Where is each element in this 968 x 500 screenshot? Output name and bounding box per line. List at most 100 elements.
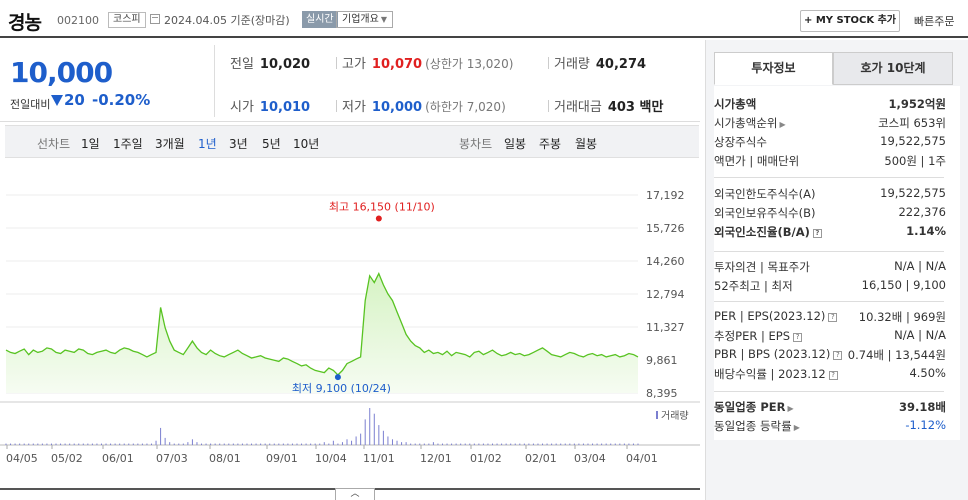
volume-bar [396, 440, 398, 445]
tab-orderbook-10[interactable]: 호가 10단계 [833, 52, 953, 85]
volume-bar [255, 443, 257, 445]
help-icon[interactable]: ? [828, 371, 838, 380]
company-overview-dropdown[interactable]: 기업개요 ▼ [336, 11, 393, 28]
tab-monthly-candle[interactable]: 월봉 [575, 135, 597, 152]
tab-1y[interactable]: 1년 [198, 135, 217, 152]
info-label: PBR | BPS (2023.12)? [714, 347, 843, 361]
tab-3m[interactable]: 3개월 [155, 135, 185, 152]
info-value: N/A | N/A [894, 328, 946, 342]
divider [714, 177, 944, 178]
tab-10y[interactable]: 10년 [293, 135, 319, 152]
volume-bar [55, 443, 57, 445]
info-label: 액면가 | 매매단위 [714, 154, 800, 168]
volume-bar [601, 443, 603, 445]
volume-bar [237, 443, 239, 445]
tab-investment-info[interactable]: 투자정보 [714, 52, 833, 85]
info-value: 10.32배 | 969원 [858, 310, 946, 324]
high-marker [375, 215, 382, 222]
volume-bar [205, 443, 207, 445]
divider [548, 57, 549, 69]
quick-order-link[interactable]: 빠른주문 [914, 13, 954, 29]
volume-bar [182, 443, 184, 445]
volume-bar [37, 443, 39, 445]
info-row: 52주최고 | 최저 16,150 | 9,100 [714, 278, 946, 296]
info-row[interactable]: 동일업종 등락률 ▶ -1.12% [714, 418, 946, 436]
volume-bar [523, 443, 525, 445]
volume-bar [50, 443, 52, 445]
info-label: 동일업종 PER ▶ [714, 400, 794, 414]
volume-bar [251, 443, 253, 445]
volume-bar [455, 443, 457, 445]
info-value: 1,952억원 [888, 97, 946, 111]
y-tick-label: 8,395 [646, 387, 678, 400]
price-chart-svg: 17,192 15,726 14,260 12,794 11,327 9,861 8,395… [0, 189, 700, 465]
y-tick-label: 17,192 [646, 189, 685, 202]
tab-weekly-candle[interactable]: 주봉 [539, 135, 561, 152]
info-row[interactable]: PBR | BPS (2023.12)? 0.74배 | 13,544원 [714, 347, 946, 365]
volume-bar [60, 443, 62, 445]
info-row: 액면가 | 매매단위 500원 | 1주 [714, 153, 946, 171]
volume-bar [128, 443, 130, 445]
volume-bar [323, 442, 325, 445]
add-my-stock-button[interactable]: + MY STOCK 추가 [800, 10, 900, 32]
volume-bar [341, 442, 343, 445]
info-row[interactable]: 배당수익률 | 2023.12? 4.50% [714, 366, 946, 384]
volume-bar [551, 443, 553, 445]
volume-bar [214, 443, 216, 445]
info-row: 시가총액 1,952억원 [714, 96, 946, 114]
info-row[interactable]: 외국인소진율(B/A)? 1.14% [714, 224, 946, 242]
candle-chart-label: 봉차트 [459, 137, 493, 151]
volume-bar [637, 443, 639, 445]
volume-bar [201, 443, 203, 445]
stat-open: 시가 10,010 [230, 100, 311, 115]
help-icon[interactable]: ? [793, 333, 803, 342]
volume-bar [119, 443, 121, 445]
x-tick-label: 07/03 [156, 452, 188, 465]
divider [336, 100, 337, 112]
volume-bar [555, 443, 557, 445]
volume-bar [155, 440, 157, 445]
x-tick-label: 05/02 [51, 452, 83, 465]
tab-daily-candle[interactable]: 일봉 [504, 135, 526, 152]
volume-bar [46, 443, 48, 445]
volume-bar [82, 443, 84, 445]
volume-bar [487, 443, 489, 445]
tab-5y[interactable]: 5년 [262, 135, 281, 152]
info-row[interactable]: PER | EPS(2023.12)? 10.32배 | 969원 [714, 309, 946, 327]
info-row[interactable]: 추정PER | EPS? N/A | N/A [714, 328, 946, 346]
y-tick-label: 14,260 [646, 255, 685, 268]
divider [714, 251, 944, 252]
volume-bar [191, 439, 193, 445]
info-row[interactable]: 시가총액순위 ▶ 코스피 653위 [714, 115, 946, 133]
help-icon[interactable]: ? [828, 313, 838, 322]
volume-bar [373, 413, 375, 445]
volume-bar [91, 443, 93, 445]
info-value: 19,522,575 [880, 186, 946, 200]
volume-bar [387, 436, 389, 445]
tab-1w[interactable]: 1주일 [113, 135, 143, 152]
help-icon[interactable]: ? [812, 229, 822, 238]
x-tick-label: 11/01 [363, 452, 395, 465]
volume-bar [623, 443, 625, 445]
divider [548, 100, 549, 112]
volume-bar [360, 433, 362, 445]
volume-bar [32, 443, 34, 445]
volume-bar [314, 443, 316, 445]
realtime-button[interactable]: 실시간 [302, 11, 338, 28]
volume-bar [501, 443, 503, 445]
volume-bar [578, 443, 580, 445]
info-label: 시가총액 [714, 97, 757, 111]
volume-bar [414, 443, 416, 445]
volume-bar [592, 443, 594, 445]
help-icon[interactable]: ? [833, 351, 843, 360]
volume-bar [28, 443, 30, 445]
volume-bar [5, 443, 7, 445]
tab-1d[interactable]: 1일 [81, 135, 100, 152]
volume-bar [401, 442, 403, 445]
collapse-chart-button[interactable]: ︿ [335, 488, 375, 500]
info-label: 외국인한도주식수(A) [714, 187, 816, 201]
volume-bar [228, 443, 230, 445]
info-row[interactable]: 동일업종 PER ▶ 39.18배 [714, 399, 946, 417]
price-chart[interactable]: 17,192 15,726 14,260 12,794 11,327 9,861 8,395… [0, 160, 700, 490]
tab-3y[interactable]: 3년 [229, 135, 248, 152]
